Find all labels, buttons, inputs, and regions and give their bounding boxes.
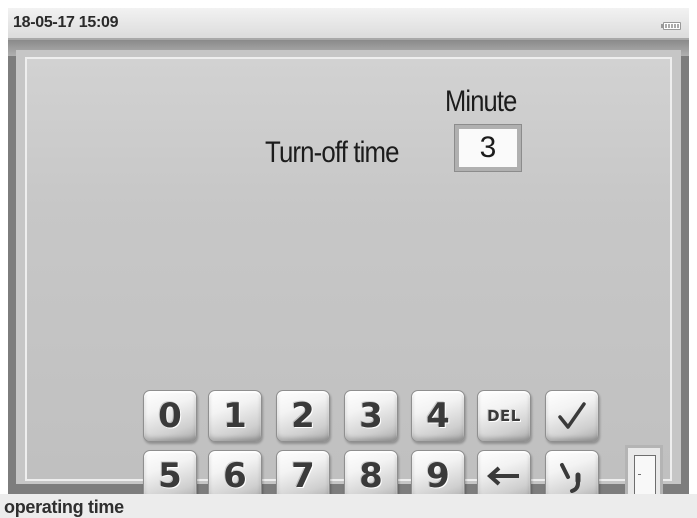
key-confirm[interactable] [545, 390, 599, 442]
key-label: 6 [223, 456, 247, 494]
device-screen: 18-05-17 15:09 Minute Turn-off time 3 0 1… [8, 8, 689, 494]
footer: operating time [0, 494, 697, 518]
turn-off-time-field[interactable]: 3 [454, 124, 522, 172]
unit-label: Minute [445, 85, 517, 118]
left-arrow-icon [487, 465, 521, 487]
settings-panel: Minute Turn-off time 3 0 1 2 3 4 DEL 5 6 7 8 9 [16, 50, 681, 494]
key-backspace[interactable] [477, 450, 531, 494]
exit-button[interactable] [625, 445, 663, 494]
key-3[interactable]: 3 [344, 390, 398, 442]
key-label: 1 [223, 396, 247, 436]
key-4[interactable]: 4 [411, 390, 465, 442]
key-5[interactable]: 5 [143, 450, 197, 494]
key-0[interactable]: 0 [143, 390, 197, 442]
key-label: 9 [426, 456, 450, 494]
status-bar: 18-05-17 15:09 [8, 8, 689, 40]
key-del[interactable]: DEL [477, 390, 531, 442]
key-6[interactable]: 6 [208, 450, 262, 494]
key-label: 8 [359, 456, 383, 494]
key-label: 7 [291, 456, 315, 494]
key-label: DEL [487, 407, 521, 425]
datetime: 18-05-17 15:09 [13, 14, 119, 31]
key-label: 5 [158, 456, 182, 494]
key-label: 0 [158, 396, 182, 436]
separator-icon [556, 459, 588, 493]
footer-text: operating time [4, 497, 124, 517]
key-label: 2 [291, 396, 315, 436]
key-separator[interactable] [545, 450, 599, 494]
key-9[interactable]: 9 [411, 450, 465, 494]
key-label: 4 [426, 396, 450, 436]
settings-content: Minute Turn-off time 3 0 1 2 3 4 DEL 5 6 7 8 9 [25, 57, 672, 494]
key-7[interactable]: 7 [276, 450, 330, 494]
key-1[interactable]: 1 [208, 390, 262, 442]
battery-icon [661, 22, 681, 30]
checkmark-icon [557, 401, 587, 431]
turn-off-time-label: Turn-off time [265, 136, 399, 169]
door-icon [634, 455, 656, 494]
key-label: 3 [359, 396, 383, 436]
key-8[interactable]: 8 [344, 450, 398, 494]
key-2[interactable]: 2 [276, 390, 330, 442]
